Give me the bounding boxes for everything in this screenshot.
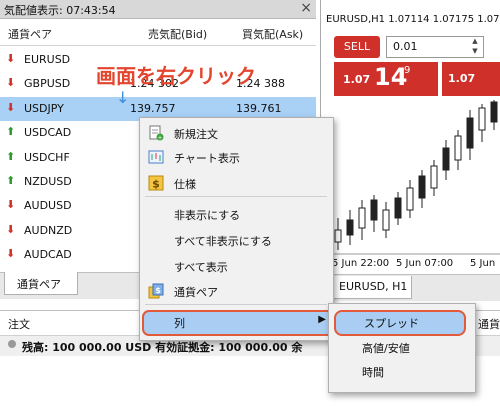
candle-body xyxy=(490,101,498,123)
arrow-down-icon: ⬇ xyxy=(6,247,16,261)
lot-size-value: 0.01 xyxy=(393,40,418,53)
candlestick-chart[interactable] xyxy=(320,100,500,258)
symbol-name: AUDCAD xyxy=(24,248,72,262)
menu-item-label: 通貨ペア xyxy=(174,286,218,299)
sell-button[interactable]: SELL xyxy=(334,36,380,58)
symbol-name: EURUSD xyxy=(24,53,71,66)
symbol-name: USDJPY xyxy=(24,101,64,115)
symbol-name: NZDUSD xyxy=(24,175,72,188)
annotation-right-click: 画面を右クリック xyxy=(96,64,256,88)
menu-item-label: すべて非表示にする xyxy=(174,235,272,248)
submenu-item-spread[interactable]: スプレッド xyxy=(334,310,466,336)
candle-body xyxy=(418,175,426,199)
market-watch-title: 気配値表示: 07:43:54 xyxy=(4,4,116,17)
buy-price-prefix: 1.07 xyxy=(448,72,476,85)
menu-item-label: 列 xyxy=(174,317,185,330)
candle-body xyxy=(406,187,414,211)
balance-text: 残高: 100 000.00 USD 有効証拠金: 100 000.00 余 xyxy=(22,341,303,354)
sell-price-box[interactable]: 1.07 14 9 xyxy=(334,62,438,96)
market-watch-header: 気配値表示: 07:43:54 × xyxy=(0,0,316,19)
candles xyxy=(334,100,498,250)
new-order-icon: + xyxy=(149,125,164,142)
menu-divider xyxy=(145,304,327,305)
market-watch-column-headers: 通貨ペア 売気配(Bid) 買気配(Ask) xyxy=(0,19,316,46)
candle-body xyxy=(334,229,342,243)
menu-item-hide[interactable]: 非表示にする xyxy=(140,203,332,225)
tab-symbols[interactable]: 通貨ペア xyxy=(4,272,78,295)
candle-body xyxy=(370,199,378,221)
arrow-up-icon: ⬆ xyxy=(6,125,16,139)
symbol-name: USDCHF xyxy=(24,150,70,164)
column-bid[interactable]: 売気配(Bid) xyxy=(148,26,207,42)
time-label: 5 Jun xyxy=(470,258,496,269)
arrow-down-icon: ⬇ xyxy=(6,198,16,212)
menu-item-symbols[interactable]: $ 通貨ペア xyxy=(140,280,332,302)
bid-price: 139.757 xyxy=(130,101,176,115)
symbols-icon: $ xyxy=(148,283,164,299)
candle-body xyxy=(346,219,354,236)
menu-item-specification[interactable]: $ 仕様 xyxy=(140,172,332,194)
lot-stepper-icon[interactable]: ▲ ▼ xyxy=(468,36,482,58)
dollar-icon: $ xyxy=(148,175,164,191)
candle-body xyxy=(394,197,402,219)
arrow-up-icon: ⬆ xyxy=(6,174,16,187)
svg-text:$: $ xyxy=(152,178,160,191)
sell-price-sup: 9 xyxy=(404,65,411,76)
menu-item-label: チャート表示 xyxy=(174,152,240,165)
arrow-down-icon: ⬇ xyxy=(6,52,16,65)
candle-body xyxy=(478,107,486,131)
menu-item-label: 非表示にする xyxy=(174,209,241,222)
column-ask[interactable]: 買気配(Ask) xyxy=(242,26,303,42)
menu-item-label: すべて表示 xyxy=(174,261,228,274)
svg-text:$: $ xyxy=(155,286,161,295)
column-symbol[interactable]: 通貨ペア xyxy=(8,26,52,42)
symbol-name: GBPUSD xyxy=(24,77,71,91)
arrow-down-icon: ⬇ xyxy=(6,222,16,236)
submenu-item-time[interactable]: 時間 xyxy=(362,364,384,380)
svg-text:+: + xyxy=(157,135,162,142)
ask-price: 139.761 xyxy=(236,101,282,115)
menu-item-label: 仕様 xyxy=(174,178,196,191)
menu-item-label: 新規注文 xyxy=(174,128,218,141)
candle-body xyxy=(454,135,462,161)
menu-item-hide-all[interactable]: すべて非表示にする xyxy=(140,229,332,251)
tab-chart-label: EURUSD, H1 xyxy=(339,280,408,293)
buy-price-box[interactable]: 1.07 xyxy=(442,62,500,96)
chart-icon xyxy=(148,150,164,164)
arrow-up-icon: ⬆ xyxy=(6,149,16,163)
menu-item-columns[interactable]: 列 ▶ xyxy=(142,310,334,336)
sell-price-big: 14 xyxy=(374,63,408,91)
chart-title: EURUSD,H1 1.07114 1.07175 1.07 xyxy=(326,14,500,25)
menu-item-chart[interactable]: チャート表示 xyxy=(140,146,332,168)
column-symbol-right[interactable]: 通貨 xyxy=(478,316,500,332)
candle-body xyxy=(466,117,474,149)
menu-item-show-all[interactable]: すべて表示 xyxy=(140,255,332,277)
annotation-arrow-icon: ↓ xyxy=(116,88,130,107)
menu-item-new-order[interactable]: + 新規注文 xyxy=(140,122,332,144)
time-label: 5 Jun 22:00 xyxy=(332,258,390,269)
arrow-down-icon: ⬇ xyxy=(6,100,16,114)
arrow-down-icon: ⬇ xyxy=(6,76,16,90)
sell-price-prefix: 1.07 xyxy=(343,73,371,86)
status-dot-icon xyxy=(8,340,16,348)
candle-body xyxy=(430,165,438,189)
column-order[interactable]: 注文 xyxy=(8,316,30,332)
submenu-item-high-low[interactable]: 高値/安値 xyxy=(362,340,410,356)
tab-chart-eurusd[interactable]: EURUSD, H1 xyxy=(330,276,412,299)
symbol-name: AUDNZD xyxy=(24,223,73,237)
symbol-name: USDCAD xyxy=(24,126,72,140)
chart-time-axis: 5 Jun 22:00 5 Jun 07:00 5 Jun xyxy=(320,258,500,272)
candle-body xyxy=(382,209,390,231)
tab-symbols-label: 通貨ペア xyxy=(17,278,61,291)
close-icon[interactable]: × xyxy=(300,0,312,16)
candle-body xyxy=(442,147,450,171)
submenu-item-label: スプレッド xyxy=(364,317,419,330)
submenu-arrow-icon: ▶ xyxy=(318,314,326,325)
menu-divider xyxy=(145,196,327,197)
time-label: 5 Jun 07:00 xyxy=(396,258,454,269)
candle-body xyxy=(358,207,366,229)
symbol-name: AUDUSD xyxy=(24,199,72,213)
